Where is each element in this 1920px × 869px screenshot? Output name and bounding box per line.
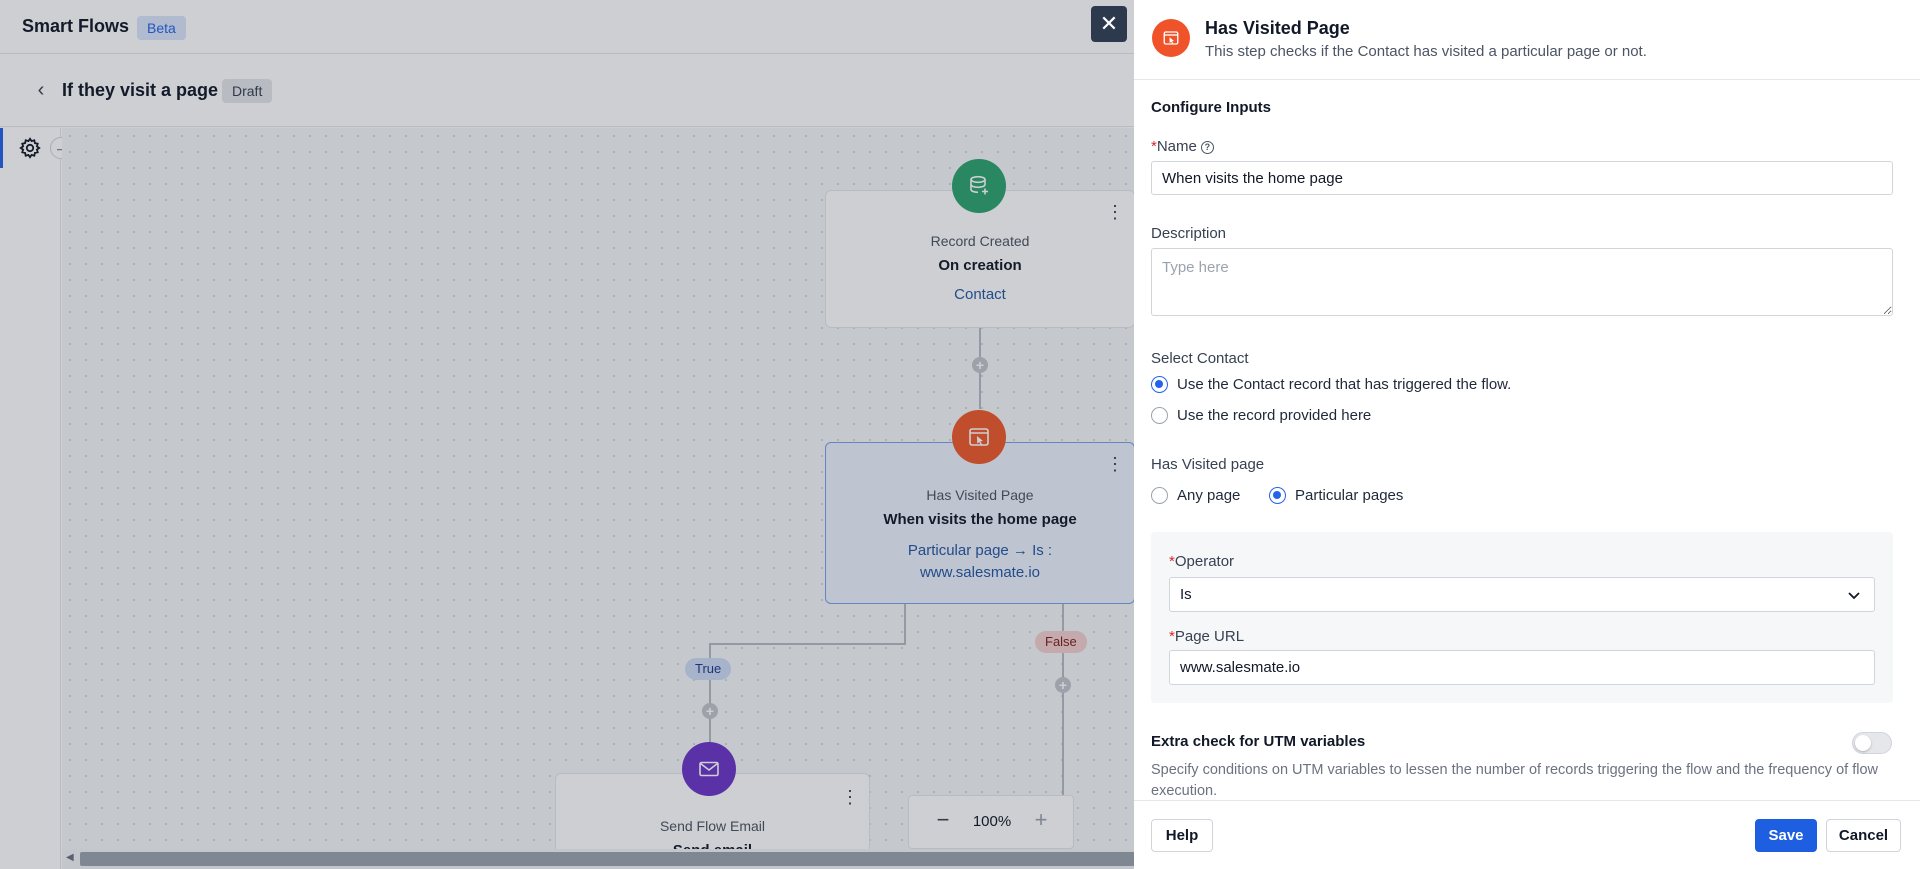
utm-toggle[interactable] [1852, 732, 1892, 754]
select-contact-label: Select Contact [1151, 350, 1249, 367]
save-button[interactable]: Save [1755, 819, 1817, 852]
page-url-label-text: Page URL [1174, 628, 1245, 645]
panel-subtitle: This step checks if the Contact has visi… [1205, 43, 1647, 60]
cancel-button[interactable]: Cancel [1826, 819, 1901, 852]
close-panel-button[interactable]: ✕ [1091, 6, 1127, 42]
panel-header: Has Visited Page This step checks if the… [1134, 0, 1920, 80]
radio-button[interactable] [1151, 486, 1168, 504]
help-button[interactable]: Help [1151, 819, 1213, 852]
operator-select[interactable]: Is [1169, 577, 1875, 612]
radio-use-triggering-contact[interactable]: Use the Contact record that has triggere… [1151, 373, 1511, 395]
panel-footer: Help Save Cancel [1134, 800, 1920, 869]
radio-label: Use the Contact record that has triggere… [1177, 375, 1512, 393]
description-textarea[interactable] [1151, 248, 1893, 316]
radio-particular-pages[interactable]: Particular pages [1269, 484, 1403, 506]
name-input[interactable] [1151, 161, 1893, 195]
operator-selected-value: Is [1180, 586, 1192, 603]
utm-description: Specify conditions on UTM variables to l… [1151, 762, 1878, 799]
radio-button-selected[interactable] [1151, 375, 1168, 393]
chevron-down-icon [1848, 592, 1860, 600]
utm-title: Extra check for UTM variables [1151, 733, 1366, 750]
radio-label: Use the record provided here [1177, 406, 1372, 424]
panel-title: Has Visited Page [1205, 18, 1350, 38]
name-label-text: Name [1156, 138, 1197, 155]
has-visited-label: Has Visited page [1151, 456, 1265, 473]
name-label: *Name? [1151, 138, 1214, 155]
operator-label-text: Operator [1174, 553, 1235, 570]
help-icon[interactable]: ? [1200, 141, 1214, 154]
page-url-input[interactable] [1169, 650, 1875, 685]
radio-label: Particular pages [1295, 486, 1404, 504]
step-config-panel: Has Visited Page This step checks if the… [1134, 0, 1920, 869]
radio-any-page[interactable]: Any page [1151, 484, 1240, 506]
radio-button[interactable] [1151, 406, 1168, 424]
operator-label: *Operator [1169, 553, 1234, 570]
radio-use-provided-record[interactable]: Use the record provided here [1151, 404, 1371, 426]
description-label: Description [1151, 225, 1227, 242]
modal-backdrop[interactable] [0, 0, 1134, 869]
toggle-knob [1855, 735, 1871, 751]
radio-button-selected[interactable] [1269, 486, 1286, 504]
page-url-label: *Page URL [1169, 628, 1244, 645]
page-visit-icon [1152, 19, 1190, 57]
section-title: Configure Inputs [1151, 99, 1271, 116]
radio-label: Any page [1177, 486, 1241, 504]
